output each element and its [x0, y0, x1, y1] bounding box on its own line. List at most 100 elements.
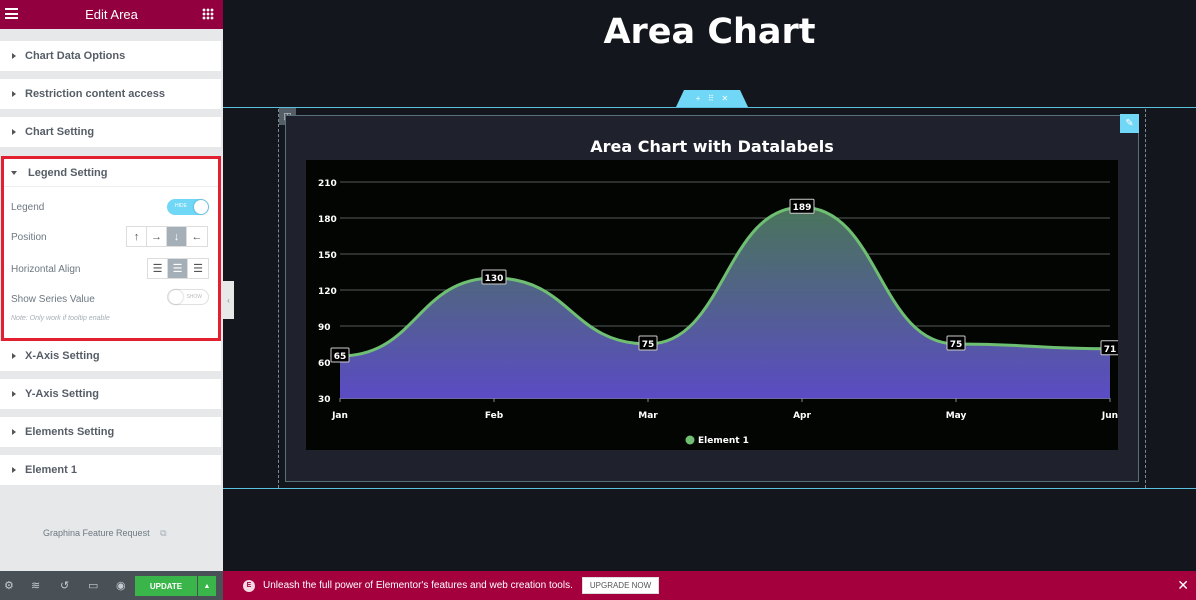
data-label: 75: [950, 340, 963, 350]
y-tick-label: 210: [318, 179, 337, 189]
y-tick-label: 30: [318, 395, 331, 405]
responsive-mode-icon[interactable]: ▭: [88, 579, 98, 592]
position-up-button[interactable]: ↑: [127, 227, 147, 246]
toggle-text: HIDE: [175, 203, 187, 209]
section-legend-setting: Legend Setting Legend HIDE Position ↑ → …: [1, 156, 221, 341]
arrow-left-icon: ←: [191, 230, 203, 243]
section-label: Y-Axis Setting: [25, 388, 99, 400]
legend-label: Element 1: [698, 436, 749, 446]
settings-gear-icon[interactable]: ⚙: [4, 579, 14, 592]
section-element-1[interactable]: Element 1: [0, 455, 221, 485]
align-center-icon: ☰: [172, 263, 183, 275]
delete-section-icon[interactable]: ✕: [721, 94, 728, 103]
y-tick-label: 150: [318, 251, 337, 261]
edit-widget-pencil-icon[interactable]: ✎: [1120, 114, 1139, 133]
y-tick-label: 120: [318, 287, 337, 297]
notice-text: Unleash the full power of Elementor's fe…: [263, 580, 573, 591]
data-label: 130: [485, 274, 504, 284]
toggle-text: SHOW: [186, 294, 202, 300]
caret-right-icon: [12, 53, 16, 59]
x-tick-label: Apr: [793, 411, 811, 421]
add-section-icon[interactable]: +: [696, 94, 701, 103]
page-title: Area Chart: [603, 12, 816, 52]
arrow-down-icon: ↓: [173, 230, 180, 243]
section-elements-setting[interactable]: Elements Setting: [0, 417, 221, 447]
x-tick-label: Mar: [638, 411, 658, 421]
caret-right-icon: [12, 467, 16, 473]
horizontal-align-button-group: ☰ ☰ ☰: [147, 258, 209, 279]
caret-right-icon: [12, 353, 16, 359]
toggle-knob: [194, 200, 208, 214]
section-y-axis-setting[interactable]: Y-Axis Setting: [0, 379, 221, 409]
section-chart-data-options[interactable]: Chart Data Options: [0, 41, 221, 71]
update-options-button[interactable]: ▲: [198, 576, 216, 596]
tooltip-note: Note: Only work if tooltip enable: [11, 315, 110, 322]
caret-right-icon: [12, 129, 16, 135]
legend-setting-header[interactable]: Legend Setting: [4, 159, 218, 187]
elementor-logo-icon: E: [243, 579, 255, 592]
section-label: Element 1: [25, 464, 77, 476]
drag-section-icon[interactable]: ⠿: [708, 94, 714, 103]
align-left-icon: ☰: [152, 263, 163, 275]
align-center-button[interactable]: ☰: [168, 259, 188, 278]
history-icon[interactable]: ↺: [60, 579, 69, 592]
section-label: Chart Setting: [25, 126, 95, 138]
upgrade-notice-bar: E Unleash the full power of Elementor's …: [223, 571, 1196, 600]
section-label: Chart Data Options: [25, 50, 126, 62]
y-tick-label: 60: [318, 359, 331, 369]
update-button[interactable]: UPDATE: [135, 576, 197, 596]
caret-right-icon: [12, 391, 16, 397]
legend-toggle[interactable]: HIDE: [167, 199, 209, 215]
series-area-fill: [340, 207, 1110, 398]
horizontal-align-label: Horizontal Align: [11, 264, 81, 275]
legend-marker: [685, 435, 695, 445]
align-right-button[interactable]: ☰: [188, 259, 208, 278]
y-tick-label: 90: [318, 323, 331, 333]
legend-label: Legend: [11, 202, 45, 213]
position-label: Position: [11, 232, 47, 243]
external-link-icon: ⧉: [160, 528, 167, 538]
feature-request-text: Graphina Feature Request: [43, 528, 150, 538]
align-left-button[interactable]: ☰: [148, 259, 168, 278]
show-series-value-label: Show Series Value: [11, 294, 95, 305]
data-label: 65: [334, 352, 347, 362]
x-tick-label: May: [946, 411, 967, 421]
caret-up-icon: ▲: [203, 582, 211, 590]
y-tick-label: 180: [318, 215, 337, 225]
position-button-group: ↑ → ↓ ←: [126, 226, 208, 247]
section-restriction-content-access[interactable]: Restriction content access: [0, 79, 221, 109]
section-x-axis-setting[interactable]: X-Axis Setting: [0, 341, 221, 371]
caret-right-icon: [12, 91, 16, 97]
preview-eye-icon[interactable]: ◉: [116, 579, 126, 592]
data-label: 189: [793, 203, 812, 213]
panel-title: Edit Area: [85, 7, 138, 22]
caret-right-icon: [12, 429, 16, 435]
section-label: X-Axis Setting: [25, 350, 100, 362]
arrow-up-icon: ↑: [133, 230, 140, 243]
x-tick-label: Jan: [331, 411, 348, 421]
menu-icon[interactable]: [5, 8, 18, 19]
position-left-button[interactable]: ←: [187, 227, 207, 246]
section-handle: + ⠿ ✕: [676, 90, 748, 107]
section-chart-setting[interactable]: Chart Setting: [0, 117, 221, 147]
align-right-icon: ☰: [193, 263, 203, 275]
widgets-grid-icon[interactable]: [202, 8, 214, 20]
x-tick-label: Jun: [1101, 411, 1118, 421]
position-down-button[interactable]: ↓: [167, 227, 187, 246]
show-series-value-toggle[interactable]: SHOW: [167, 289, 209, 305]
data-label: 75: [642, 340, 655, 350]
chart-title: Area Chart with Datalabels: [590, 137, 834, 156]
feature-request-link[interactable]: Graphina Feature Request ⧉: [43, 528, 167, 539]
section-label: Legend Setting: [28, 166, 108, 179]
section-label: Restriction content access: [25, 88, 165, 100]
close-icon[interactable]: ✕: [1177, 577, 1189, 594]
data-label: 71: [1104, 345, 1117, 355]
editor-panel: Edit Area Chart Data Options Restriction…: [0, 0, 223, 600]
area-chart: 30 60 90 120 150 180 210 Jan Feb Mar Apr May Jun 65 1…: [318, 179, 1118, 446]
position-right-button[interactable]: →: [147, 227, 167, 246]
upgrade-now-button[interactable]: UPGRADE NOW: [581, 577, 660, 594]
navigator-layers-icon[interactable]: ≋: [31, 579, 40, 592]
caret-down-icon: [11, 170, 17, 175]
panel-header: Edit Area: [0, 0, 223, 29]
section-label: Elements Setting: [25, 426, 115, 438]
